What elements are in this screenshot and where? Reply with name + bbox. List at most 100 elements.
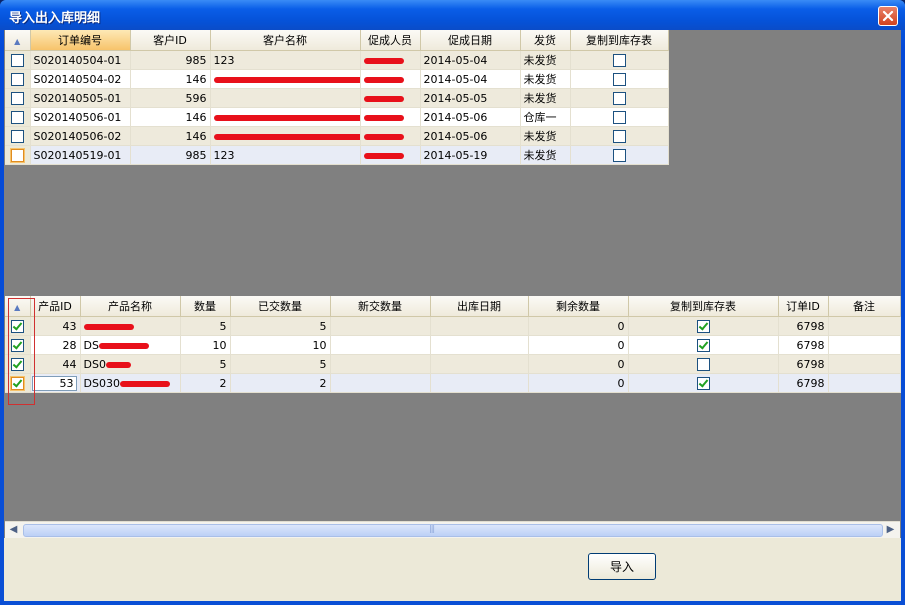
- quantity-cell[interactable]: 5: [180, 316, 231, 336]
- copy-to-stock-cell[interactable]: [628, 316, 779, 336]
- product-id-cell[interactable]: 43: [30, 316, 81, 336]
- order-row[interactable]: S020140504-02 146 2014-05-04 未发货: [5, 69, 669, 89]
- product-row[interactable]: 44 DS0 5 5 0 6798: [5, 354, 901, 374]
- remaining-qty-cell[interactable]: 0: [528, 316, 629, 336]
- sales-date-cell[interactable]: 2014-05-04: [420, 50, 521, 70]
- copy-to-stock-checkbox[interactable]: [696, 376, 710, 390]
- products-col-header[interactable]: 产品名称: [80, 296, 181, 317]
- quantity-cell[interactable]: 10: [180, 335, 231, 355]
- close-button[interactable]: [878, 6, 898, 26]
- copy-to-stock-cell[interactable]: [570, 145, 669, 165]
- order-number-cell[interactable]: S020140506-01: [30, 107, 131, 127]
- order-number-cell[interactable]: S020140504-01: [30, 50, 131, 70]
- products-col-header[interactable]: 新交数量: [330, 296, 431, 317]
- row-select-checkbox[interactable]: [10, 357, 24, 371]
- copy-to-stock-cell[interactable]: [628, 373, 779, 393]
- orders-col-header[interactable]: 复制到库存表: [570, 30, 669, 51]
- product-row[interactable]: 53 DS030 2 2 0 6798: [5, 373, 901, 393]
- delivered-qty-cell[interactable]: 2: [230, 373, 331, 393]
- scrollbar-thumb[interactable]: [23, 524, 883, 537]
- customer-name-cell[interactable]: [210, 88, 361, 108]
- orders-col-header[interactable]: 发货: [520, 30, 571, 51]
- row-select-cell[interactable]: [5, 50, 31, 70]
- product-name-cell[interactable]: [80, 316, 181, 336]
- customer-id-cell[interactable]: 985: [130, 145, 211, 165]
- copy-to-stock-cell[interactable]: [570, 107, 669, 127]
- copy-to-stock-checkbox[interactable]: [612, 53, 626, 67]
- delivered-qty-cell[interactable]: 5: [230, 354, 331, 374]
- copy-to-stock-checkbox[interactable]: [612, 110, 626, 124]
- copy-to-stock-checkbox[interactable]: [612, 91, 626, 105]
- new-delivery-qty-cell[interactable]: [330, 354, 431, 374]
- order-number-cell[interactable]: S020140504-02: [30, 69, 131, 89]
- customer-name-cell[interactable]: 123: [210, 145, 361, 165]
- outbound-date-cell[interactable]: [430, 373, 529, 393]
- copy-to-stock-checkbox[interactable]: [612, 129, 626, 143]
- products-select-all-header[interactable]: ▲: [5, 296, 31, 317]
- copy-to-stock-checkbox[interactable]: [612, 148, 626, 162]
- row-select-cell[interactable]: [5, 354, 31, 374]
- sales-person-cell[interactable]: [360, 107, 421, 127]
- sales-date-cell[interactable]: 2014-05-04: [420, 69, 521, 89]
- row-select-checkbox[interactable]: [10, 72, 24, 86]
- shipping-status-cell[interactable]: 未发货: [520, 126, 571, 146]
- sales-date-cell[interactable]: 2014-05-06: [420, 107, 521, 127]
- remark-cell[interactable]: [828, 373, 901, 393]
- sales-person-cell[interactable]: [360, 69, 421, 89]
- products-col-header[interactable]: 备注: [828, 296, 901, 317]
- products-col-header[interactable]: 产品ID: [30, 296, 81, 317]
- delivered-qty-cell[interactable]: 5: [230, 316, 331, 336]
- copy-to-stock-checkbox[interactable]: [612, 72, 626, 86]
- products-col-header[interactable]: 剩余数量: [528, 296, 629, 317]
- remark-cell[interactable]: [828, 354, 901, 374]
- row-select-cell[interactable]: [5, 107, 31, 127]
- orders-col-header[interactable]: 客户ID: [130, 30, 211, 51]
- orders-col-header[interactable]: 促成人员: [360, 30, 421, 51]
- import-button[interactable]: 导入: [588, 553, 656, 580]
- order-number-cell[interactable]: S020140505-01: [30, 88, 131, 108]
- row-select-cell[interactable]: [5, 316, 31, 336]
- quantity-cell[interactable]: 2: [180, 373, 231, 393]
- sales-person-cell[interactable]: [360, 145, 421, 165]
- remaining-qty-cell[interactable]: 0: [528, 373, 629, 393]
- delivered-qty-cell[interactable]: 10: [230, 335, 331, 355]
- customer-id-cell[interactable]: 985: [130, 50, 211, 70]
- sales-person-cell[interactable]: [360, 126, 421, 146]
- products-col-header[interactable]: 已交数量: [230, 296, 331, 317]
- copy-to-stock-cell[interactable]: [570, 50, 669, 70]
- title-bar[interactable]: 导入出入库明细: [0, 0, 905, 30]
- row-select-checkbox[interactable]: [10, 53, 24, 67]
- row-select-checkbox[interactable]: [10, 110, 24, 124]
- new-delivery-qty-cell[interactable]: [330, 316, 431, 336]
- product-row[interactable]: 28 DS 10 10 0 6798: [5, 335, 901, 355]
- product-id-cell[interactable]: 44: [30, 354, 81, 374]
- row-select-checkbox[interactable]: [10, 148, 24, 162]
- products-col-header[interactable]: 数量: [180, 296, 231, 317]
- row-select-checkbox[interactable]: [10, 319, 24, 333]
- order-number-cell[interactable]: S020140519-01: [30, 145, 131, 165]
- product-name-cell[interactable]: DS: [80, 335, 181, 355]
- order-row[interactable]: S020140506-02 146 2014-05-06 未发货: [5, 126, 669, 146]
- copy-to-stock-cell[interactable]: [570, 126, 669, 146]
- product-name-cell[interactable]: DS0: [80, 354, 181, 374]
- new-delivery-qty-cell[interactable]: [330, 373, 431, 393]
- order-number-cell[interactable]: S020140506-02: [30, 126, 131, 146]
- products-col-header[interactable]: 复制到库存表: [628, 296, 779, 317]
- customer-id-cell[interactable]: 596: [130, 88, 211, 108]
- customer-id-cell[interactable]: 146: [130, 107, 211, 127]
- customer-id-cell[interactable]: 146: [130, 126, 211, 146]
- product-name-cell[interactable]: DS030: [80, 373, 181, 393]
- new-delivery-qty-cell[interactable]: [330, 335, 431, 355]
- scroll-left-icon[interactable]: ◀: [6, 523, 21, 537]
- copy-to-stock-checkbox[interactable]: [696, 319, 710, 333]
- row-select-cell[interactable]: [5, 145, 31, 165]
- orders-col-header[interactable]: 订单编号: [30, 30, 131, 51]
- sales-person-cell[interactable]: [360, 50, 421, 70]
- copy-to-stock-cell[interactable]: [628, 354, 779, 374]
- order-id-cell[interactable]: 6798: [778, 354, 829, 374]
- shipping-status-cell[interactable]: 未发货: [520, 69, 571, 89]
- shipping-status-cell[interactable]: 未发货: [520, 50, 571, 70]
- order-id-cell[interactable]: 6798: [778, 373, 829, 393]
- row-select-cell[interactable]: [5, 88, 31, 108]
- sales-date-cell[interactable]: 2014-05-06: [420, 126, 521, 146]
